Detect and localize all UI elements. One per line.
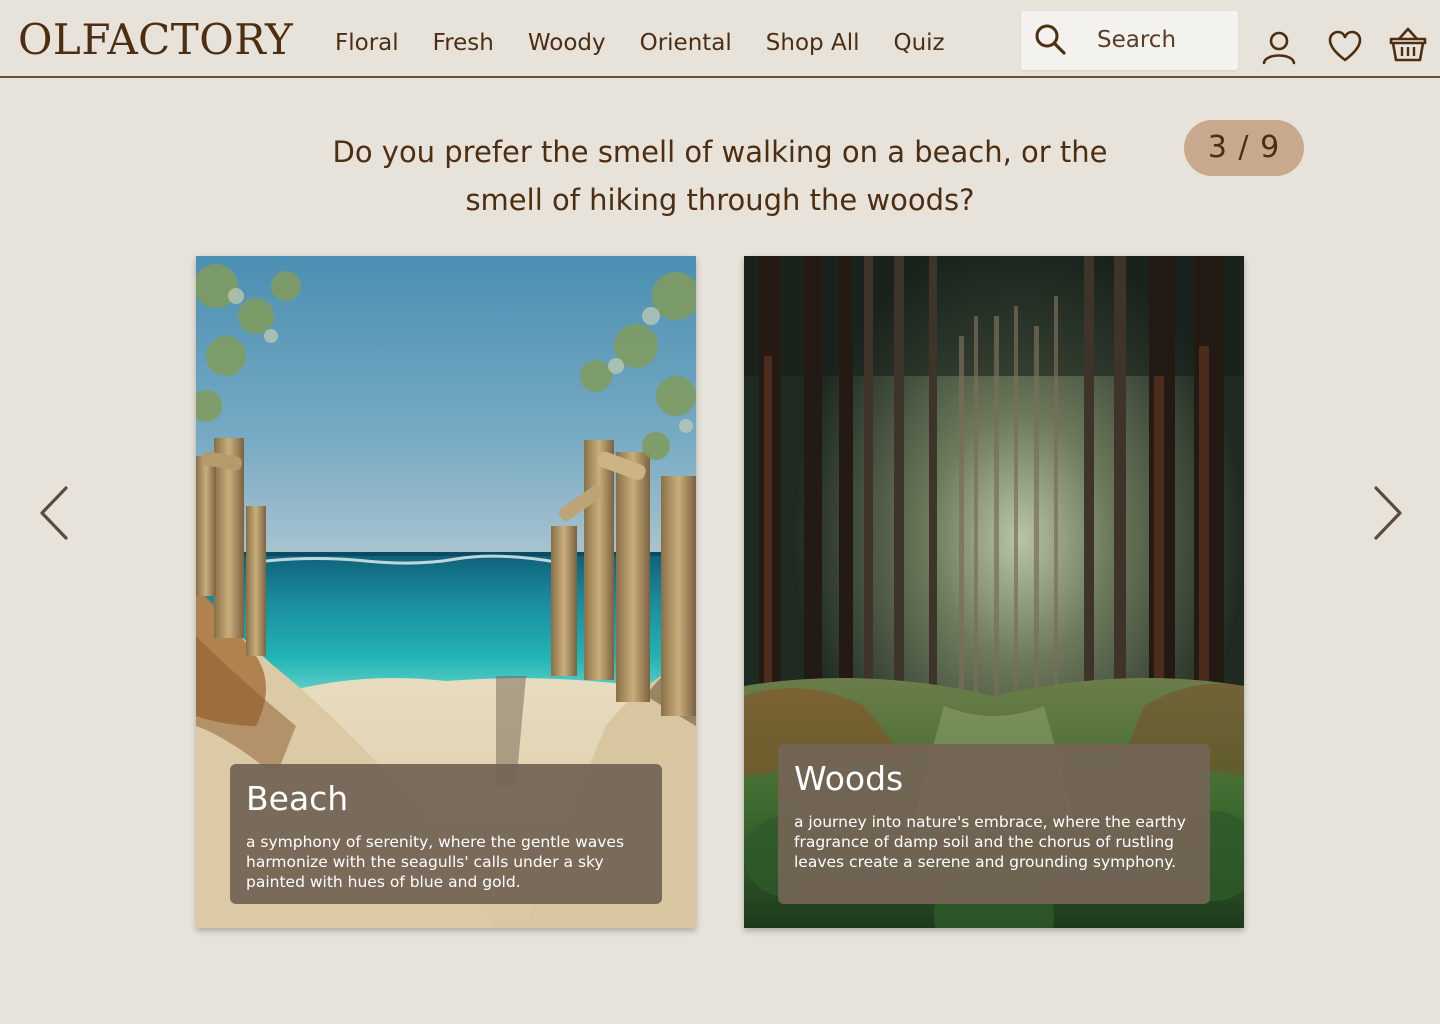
main-nav: Floral Fresh Woody Oriental Shop All Qui… bbox=[335, 22, 945, 64]
previous-arrow-icon[interactable] bbox=[36, 484, 76, 542]
option-card-beach[interactable]: Beach a symphony of serenity, where the … bbox=[196, 256, 696, 928]
search-icon[interactable] bbox=[1033, 22, 1069, 58]
option-title: Beach bbox=[246, 779, 349, 818]
next-arrow-icon[interactable] bbox=[1366, 484, 1406, 542]
search-box[interactable] bbox=[1021, 11, 1238, 70]
account-icon[interactable] bbox=[1259, 27, 1299, 67]
nav-item-oriental[interactable]: Oriental bbox=[640, 22, 732, 64]
option-description: a symphony of serenity, where the gentle… bbox=[246, 833, 625, 891]
nav-item-woody[interactable]: Woody bbox=[528, 22, 606, 64]
quiz-progress-badge: 3 / 9 bbox=[1184, 120, 1304, 176]
woods-caption: Woods a journey into nature's embrace, w… bbox=[778, 744, 1210, 904]
basket-icon[interactable] bbox=[1388, 25, 1428, 65]
beach-caption: Beach a symphony of serenity, where the … bbox=[230, 764, 662, 904]
nav-item-shop-all[interactable]: Shop All bbox=[766, 22, 860, 64]
option-title: Woods bbox=[794, 759, 904, 798]
quiz-question: Do you prefer the smell of walking on a … bbox=[332, 135, 1108, 217]
nav-item-fresh[interactable]: Fresh bbox=[433, 22, 494, 64]
heart-icon[interactable] bbox=[1325, 27, 1365, 67]
nav-item-quiz[interactable]: Quiz bbox=[893, 22, 944, 64]
logo[interactable]: OLFACTORY bbox=[18, 12, 293, 68]
site-header: OLFACTORY Floral Fresh Woody Oriental Sh… bbox=[0, 0, 1440, 78]
option-card-woods[interactable]: Woods a journey into nature's embrace, w… bbox=[744, 256, 1244, 928]
option-description: a journey into nature's embrace, where t… bbox=[794, 813, 1186, 871]
nav-item-floral[interactable]: Floral bbox=[335, 22, 399, 64]
search-input[interactable] bbox=[1097, 21, 1227, 59]
